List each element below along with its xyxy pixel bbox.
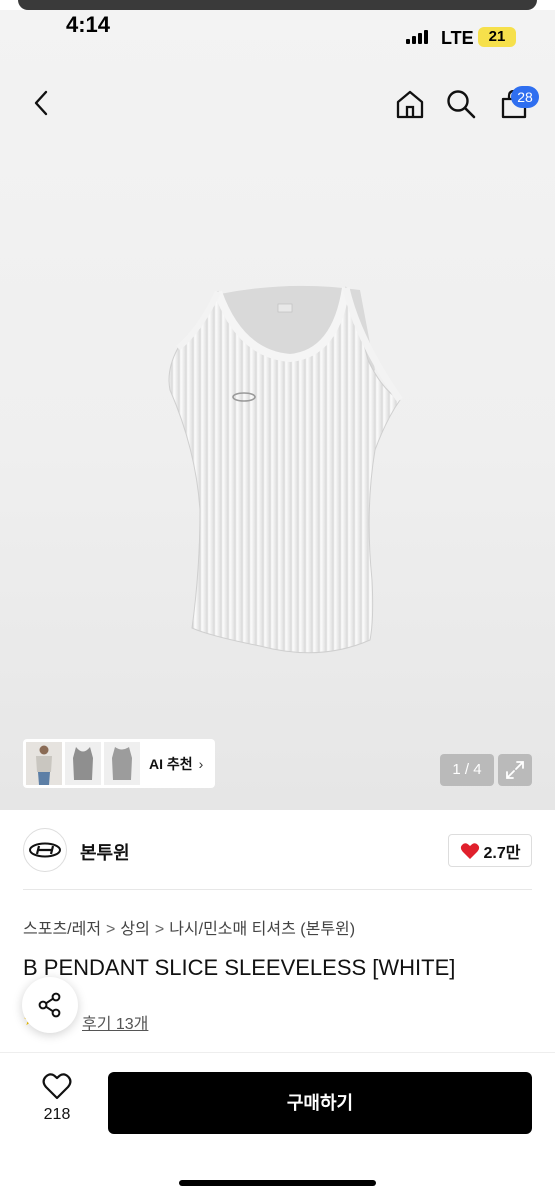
- ai-recommend-label[interactable]: AI 추천: [149, 754, 193, 774]
- expand-button[interactable]: [498, 754, 532, 786]
- divider: [23, 889, 532, 890]
- product-title: B PENDANT SLICE SLEEVELESS [WHITE]: [23, 955, 456, 980]
- reviews-link[interactable]: 후기 13개: [82, 1010, 148, 1034]
- brand-like-button[interactable]: 2.7만: [448, 834, 532, 867]
- model-photo-icon: [26, 742, 62, 785]
- breadcrumb-item[interactable]: 나시/민소매 티셔츠 (본투윈): [169, 915, 355, 939]
- breadcrumb: 스포츠/레저 > 상의 > 나시/민소매 티셔츠 (본투윈): [23, 915, 355, 939]
- product-image[interactable]: [150, 280, 410, 670]
- wishlist-count: 218: [43, 1106, 71, 1123]
- chevron-right-icon: >: [154, 921, 165, 938]
- search-icon: [447, 90, 476, 119]
- back-button[interactable]: [24, 86, 58, 120]
- home-indicator: [179, 1180, 376, 1186]
- battery-icon: 21: [478, 27, 516, 47]
- image-pager: 1 / 4: [440, 754, 494, 786]
- chevron-left-icon: [34, 90, 48, 116]
- home-button[interactable]: [390, 84, 430, 124]
- breadcrumb-item[interactable]: 스포츠/레저: [23, 915, 101, 939]
- brand-name[interactable]: 본투윈: [80, 839, 130, 865]
- signal-icon: [406, 30, 430, 44]
- heart-outline-icon: [42, 1073, 72, 1100]
- share-icon: [38, 992, 61, 1018]
- chevron-right-icon: ›: [198, 755, 204, 772]
- home-icon: [396, 90, 424, 119]
- brand-like-count: 2.7만: [483, 844, 521, 862]
- tank-front-icon: [65, 742, 101, 785]
- heart-filled-icon: [460, 842, 479, 859]
- status-time: 4:14: [66, 12, 111, 37]
- share-button[interactable]: [22, 977, 78, 1033]
- brand-logo[interactable]: [23, 828, 67, 872]
- thumbnail-front[interactable]: [65, 742, 101, 785]
- breadcrumb-item[interactable]: 상의: [120, 915, 149, 939]
- thumbnail-strip[interactable]: AI 추천 ›: [23, 739, 215, 788]
- cart-count-badge: 28: [511, 86, 539, 108]
- search-button[interactable]: [441, 84, 481, 124]
- buy-button[interactable]: 구매하기: [108, 1072, 532, 1134]
- thumbnail-back[interactable]: [104, 742, 140, 785]
- wishlist-button[interactable]: 218: [28, 1072, 86, 1134]
- top-handle: [18, 0, 537, 10]
- thumbnail-model[interactable]: [26, 742, 62, 785]
- expand-icon: [506, 761, 524, 779]
- brand-logo-icon: [29, 842, 61, 858]
- tank-back-icon: [104, 742, 140, 785]
- carrier-label: LTE: [441, 28, 474, 48]
- chevron-right-icon: >: [106, 921, 116, 938]
